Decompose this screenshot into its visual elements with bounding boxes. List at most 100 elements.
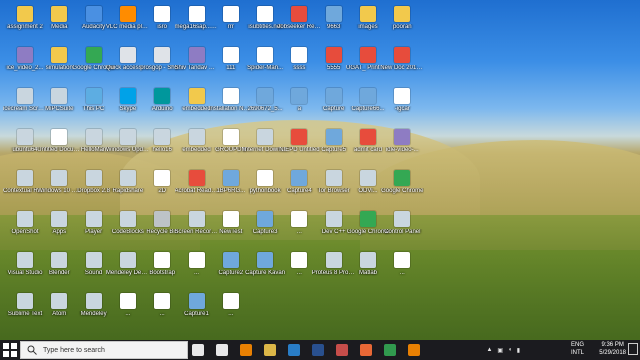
document-icon xyxy=(222,6,239,22)
document-icon xyxy=(222,47,239,63)
action-center-icon[interactable] xyxy=(628,343,638,355)
audacity-icon xyxy=(85,6,102,22)
app-icon xyxy=(85,252,102,268)
app-icon xyxy=(17,211,33,227)
app-icon xyxy=(85,293,102,309)
acrobat-icon[interactable] xyxy=(334,342,350,358)
folder-icon xyxy=(51,6,68,22)
document-icon xyxy=(291,252,308,268)
app-icon xyxy=(17,170,33,186)
desktop-icon[interactable]: idle-video-... xyxy=(385,129,419,154)
input-language[interactable]: ENG INTL xyxy=(571,341,584,357)
task-view-icon[interactable] xyxy=(214,342,230,358)
folder-icon xyxy=(51,47,68,63)
time-text: 9:36 PM xyxy=(601,342,624,348)
document-icon xyxy=(394,88,411,104)
image-icon xyxy=(360,88,376,104)
app-icon xyxy=(394,211,411,227)
app-icon xyxy=(119,252,136,268)
app-icon xyxy=(325,170,342,186)
mic-icon[interactable] xyxy=(190,342,206,358)
document-icon xyxy=(188,6,205,22)
volume-icon[interactable]: ◖ xyxy=(508,347,512,353)
app-icon xyxy=(17,129,33,145)
app-icon xyxy=(257,129,274,145)
vlc-icon xyxy=(119,6,136,22)
chrome-icon xyxy=(85,47,102,63)
document-icon xyxy=(257,6,274,22)
desktop-icon-label: -igcar xyxy=(394,106,410,112)
search-icon xyxy=(27,345,37,355)
document-icon xyxy=(222,293,239,309)
network-icon[interactable]: ▣ xyxy=(497,347,503,354)
document-icon xyxy=(291,47,308,63)
desktop-icon-label: New Doc 2018-05-24 xyxy=(380,65,424,71)
pdf-icon xyxy=(360,47,376,63)
document-icon xyxy=(222,88,239,104)
pc-icon xyxy=(85,88,102,104)
app-icon xyxy=(119,129,136,145)
image-icon xyxy=(257,252,274,268)
chrome-icon xyxy=(360,211,376,227)
app-icon xyxy=(85,129,102,145)
desktop-icon[interactable]: ... xyxy=(385,252,419,277)
start-button[interactable] xyxy=(2,342,18,358)
app-icon xyxy=(119,170,136,186)
language-bottom: INTL xyxy=(570,350,584,356)
desktop-icon-label: idle-video-... xyxy=(385,147,419,153)
video-icon xyxy=(17,47,33,63)
word-icon[interactable] xyxy=(310,342,326,358)
app-icon xyxy=(154,129,171,145)
pdf-icon xyxy=(291,129,308,145)
taskbar: Type here to search ▲ ▣ ◖ ▮ ENG INTL 9:3… xyxy=(0,340,640,360)
pdf-icon xyxy=(360,129,376,145)
firefox-icon[interactable] xyxy=(358,342,374,358)
desktop-icon-label: Control Panel xyxy=(384,229,421,235)
app-icon xyxy=(85,170,102,186)
desktop-icon[interactable]: New Doc 2018-05-24 xyxy=(380,47,424,72)
store-icon[interactable] xyxy=(286,342,302,358)
desktop-icon[interactable]: ... xyxy=(214,293,248,318)
vlc-icon[interactable] xyxy=(238,342,254,358)
image-icon xyxy=(222,170,239,186)
desktop-icon-label: Google Chrome xyxy=(381,188,424,194)
app-icon xyxy=(51,88,68,104)
app-icon xyxy=(188,129,205,145)
document-icon xyxy=(257,47,274,63)
app-icon xyxy=(360,170,376,186)
pdf-icon xyxy=(394,47,411,63)
document-icon xyxy=(51,129,68,145)
search-placeholder: Type here to search xyxy=(43,346,105,354)
battery-icon[interactable]: ▮ xyxy=(517,347,520,354)
shortcut-icon xyxy=(119,47,136,63)
bin-icon xyxy=(154,211,171,227)
video-icon xyxy=(394,129,411,145)
image-icon xyxy=(325,6,342,22)
document-icon xyxy=(154,293,171,309)
image-icon xyxy=(291,88,308,104)
desktop: assignment 2 Media Audacity VLC media playe… xyxy=(0,0,640,340)
arduino-icon xyxy=(154,88,171,104)
app-icon xyxy=(360,252,376,268)
windows-logo-icon xyxy=(3,343,17,357)
desktop-icon[interactable]: Google Chrome xyxy=(381,170,423,195)
clock[interactable]: 9:36 PM 5/29/2018 xyxy=(599,341,626,357)
app-icon xyxy=(119,211,136,227)
desktop-icon[interactable]: Control Panel xyxy=(384,211,420,236)
document-icon xyxy=(188,252,205,268)
desktop-icon[interactable]: pooran xyxy=(385,6,419,31)
app-icon xyxy=(51,252,68,268)
chevron-up-icon[interactable]: ▲ xyxy=(486,347,492,353)
pdf-icon xyxy=(291,6,308,22)
document-icon xyxy=(257,170,274,186)
taskbar-search-box[interactable]: Type here to search xyxy=(20,341,188,359)
folder-icon xyxy=(188,88,205,104)
document-icon xyxy=(154,6,171,22)
app-icon xyxy=(17,88,33,104)
chrome-icon[interactable] xyxy=(382,342,398,358)
document-icon xyxy=(222,129,239,145)
file-explorer-icon[interactable] xyxy=(262,342,278,358)
video-icon xyxy=(188,47,205,63)
desktop-icon[interactable]: -igcar xyxy=(385,88,419,113)
media-icon[interactable] xyxy=(406,342,422,358)
